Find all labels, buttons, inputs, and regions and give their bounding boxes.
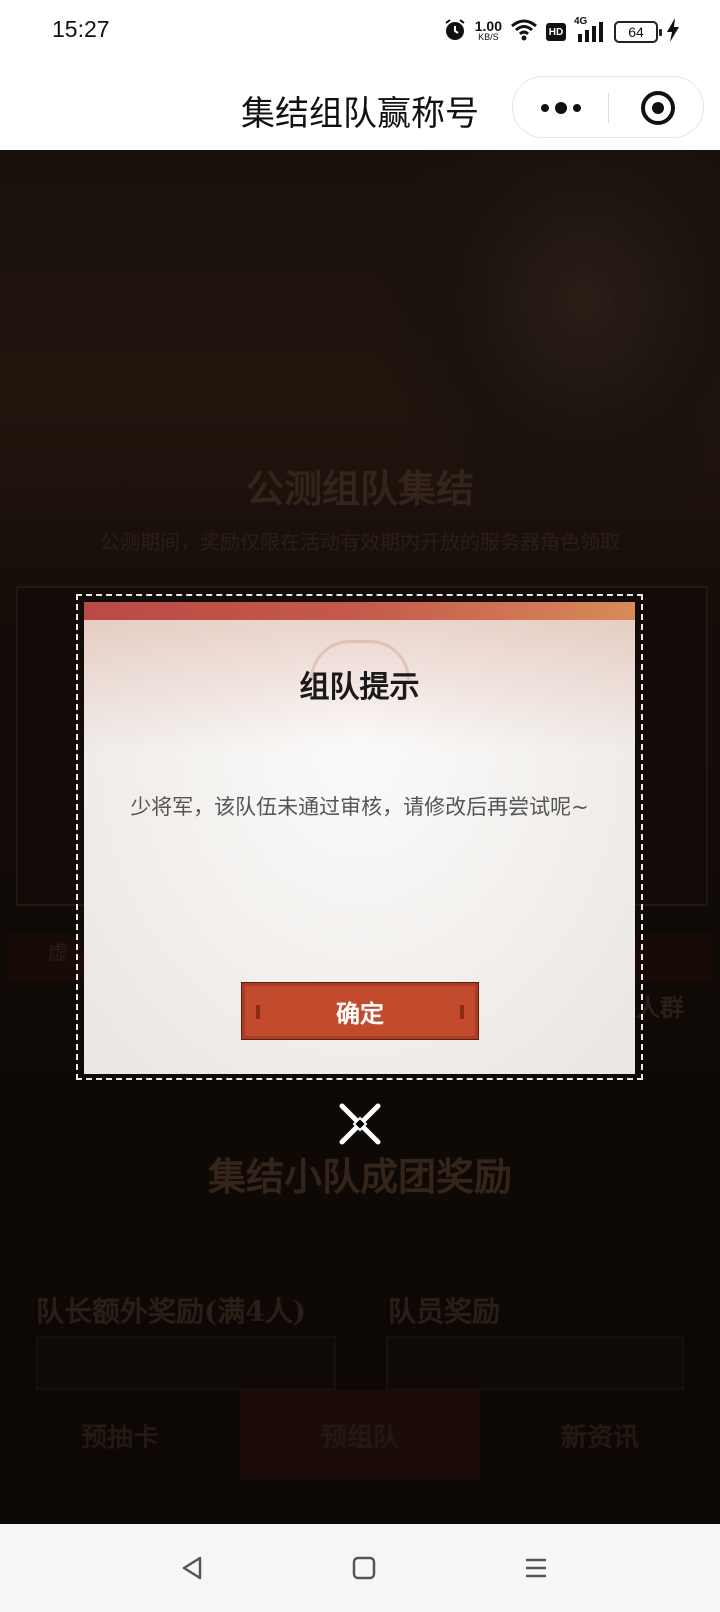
- modal-title: 组队提示: [299, 670, 420, 705]
- close-miniprogram-icon[interactable]: [610, 77, 705, 139]
- close-x-icon[interactable]: [336, 1100, 384, 1148]
- status-time: 15:27: [52, 16, 110, 42]
- net-speed: 1.00 KB/S: [474, 18, 502, 42]
- hd-icon: HD: [546, 23, 566, 41]
- status-icons: 1.00 KB/S HD 4G 64: [443, 16, 680, 46]
- team-tip-modal: 组队提示 少将军，该队伍未通过审核，请修改后再尝试呢~ 确定: [84, 602, 635, 1074]
- modal-message: 少将军，该队伍未通过审核，请修改后再尝试呢~: [130, 795, 589, 819]
- status-bar: 15:27 1.00 KB/S HD 4G 64: [0, 0, 720, 64]
- modal-top-bar: [84, 602, 635, 620]
- charging-icon: [666, 18, 680, 46]
- title-bar: 集结组队赢称号: [0, 64, 720, 150]
- signal-icon: 4G: [574, 16, 606, 44]
- home-icon[interactable]: [342, 1546, 386, 1590]
- back-icon[interactable]: [170, 1546, 214, 1590]
- confirm-button[interactable]: 确定: [241, 982, 479, 1040]
- more-icon[interactable]: [513, 77, 609, 139]
- capsule-divider: [608, 93, 609, 123]
- menu-icon[interactable]: [514, 1546, 558, 1590]
- confirm-label: 确定: [336, 998, 384, 1028]
- system-nav-bar: [0, 1524, 720, 1612]
- miniprogram-capsule: [512, 76, 704, 138]
- battery-icon: 64: [614, 21, 662, 43]
- wifi-icon: [510, 19, 538, 45]
- alarm-icon: [443, 18, 467, 46]
